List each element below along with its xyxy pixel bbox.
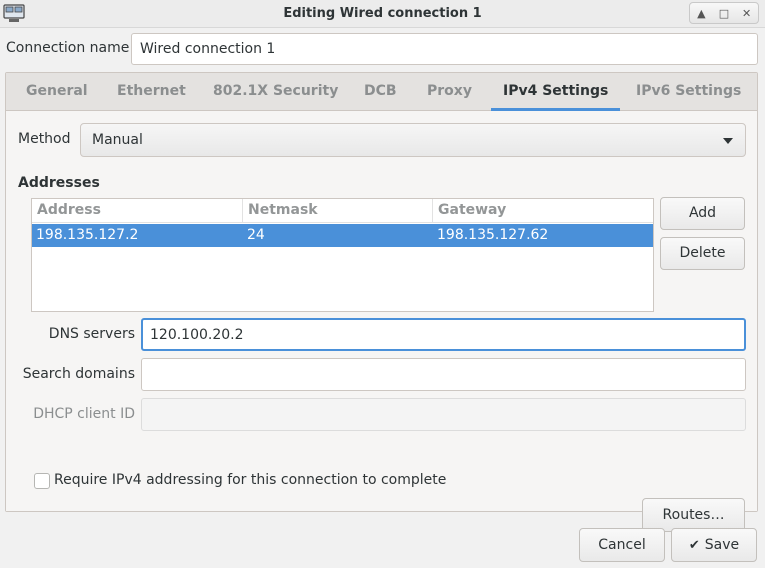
dhcp-client-id-input: [141, 398, 746, 431]
window-controls: ▲ □ ✕: [689, 2, 759, 24]
save-button[interactable]: ✔ Save: [671, 528, 757, 562]
address-cell[interactable]: 198.135.127.2: [36, 224, 138, 247]
tab-ethernet[interactable]: Ethernet: [117, 73, 186, 111]
ipv4-settings-pane: Method Manual Addresses Address Netmask …: [6, 111, 757, 532]
checkmark-icon: ✔: [688, 538, 700, 553]
settings-notebook: General Ethernet 802.1X Security DCB Pro…: [5, 72, 758, 532]
tab-ipv6-settings[interactable]: IPv6 Settings: [636, 73, 741, 111]
column-header-netmask[interactable]: Netmask: [243, 199, 433, 223]
save-label: Save: [704, 537, 740, 553]
routes-button[interactable]: Routes…: [642, 498, 745, 532]
method-label: Method: [18, 131, 71, 147]
gateway-cell[interactable]: 198.135.127.62: [437, 224, 548, 247]
column-header-address[interactable]: Address: [32, 199, 243, 223]
tab-proxy[interactable]: Proxy: [427, 73, 472, 111]
netmask-cell[interactable]: 24: [247, 224, 265, 247]
method-dropdown[interactable]: Manual: [80, 123, 746, 157]
tab-802-1x-security[interactable]: 802.1X Security: [213, 73, 338, 111]
maximize-button[interactable]: ▲: [693, 5, 709, 21]
search-domains-label: Search domains: [22, 366, 135, 382]
add-address-button[interactable]: Add: [660, 197, 745, 230]
dns-servers-input[interactable]: [141, 318, 746, 351]
tab-bar: General Ethernet 802.1X Security DCB Pro…: [6, 73, 757, 111]
addresses-heading: Addresses: [18, 175, 100, 191]
search-domains-input[interactable]: [141, 358, 746, 391]
connection-name-input[interactable]: [131, 33, 758, 65]
dropdown-arrow-icon: [723, 138, 733, 144]
require-ipv4-label[interactable]: Require IPv4 addressing for this connect…: [54, 472, 446, 488]
close-button[interactable]: ✕: [739, 5, 755, 21]
delete-address-button[interactable]: Delete: [660, 237, 745, 270]
window-title: Editing Wired connection 1: [283, 6, 482, 21]
cancel-button[interactable]: Cancel: [579, 528, 665, 562]
addresses-table-header: Address Netmask Gateway: [32, 199, 653, 223]
method-value: Manual: [92, 132, 143, 148]
tab-dcb[interactable]: DCB: [364, 73, 397, 111]
tab-general[interactable]: General: [26, 73, 88, 111]
connection-name-label: Connection name: [6, 40, 130, 56]
dns-servers-label: DNS servers: [48, 326, 135, 342]
table-row[interactable]: 198.135.127.2 24 198.135.127.62: [32, 224, 653, 247]
title-bar[interactable]: Editing Wired connection 1 ▲ □ ✕: [0, 0, 765, 28]
restore-button[interactable]: □: [716, 5, 732, 21]
tab-ipv4-settings[interactable]: IPv4 Settings: [490, 73, 621, 111]
column-header-gateway[interactable]: Gateway: [433, 199, 653, 223]
require-ipv4-checkbox[interactable]: [34, 473, 50, 489]
dhcp-client-id-label: DHCP client ID: [33, 406, 135, 422]
addresses-table[interactable]: Address Netmask Gateway 198.135.127.2 24…: [31, 198, 654, 312]
